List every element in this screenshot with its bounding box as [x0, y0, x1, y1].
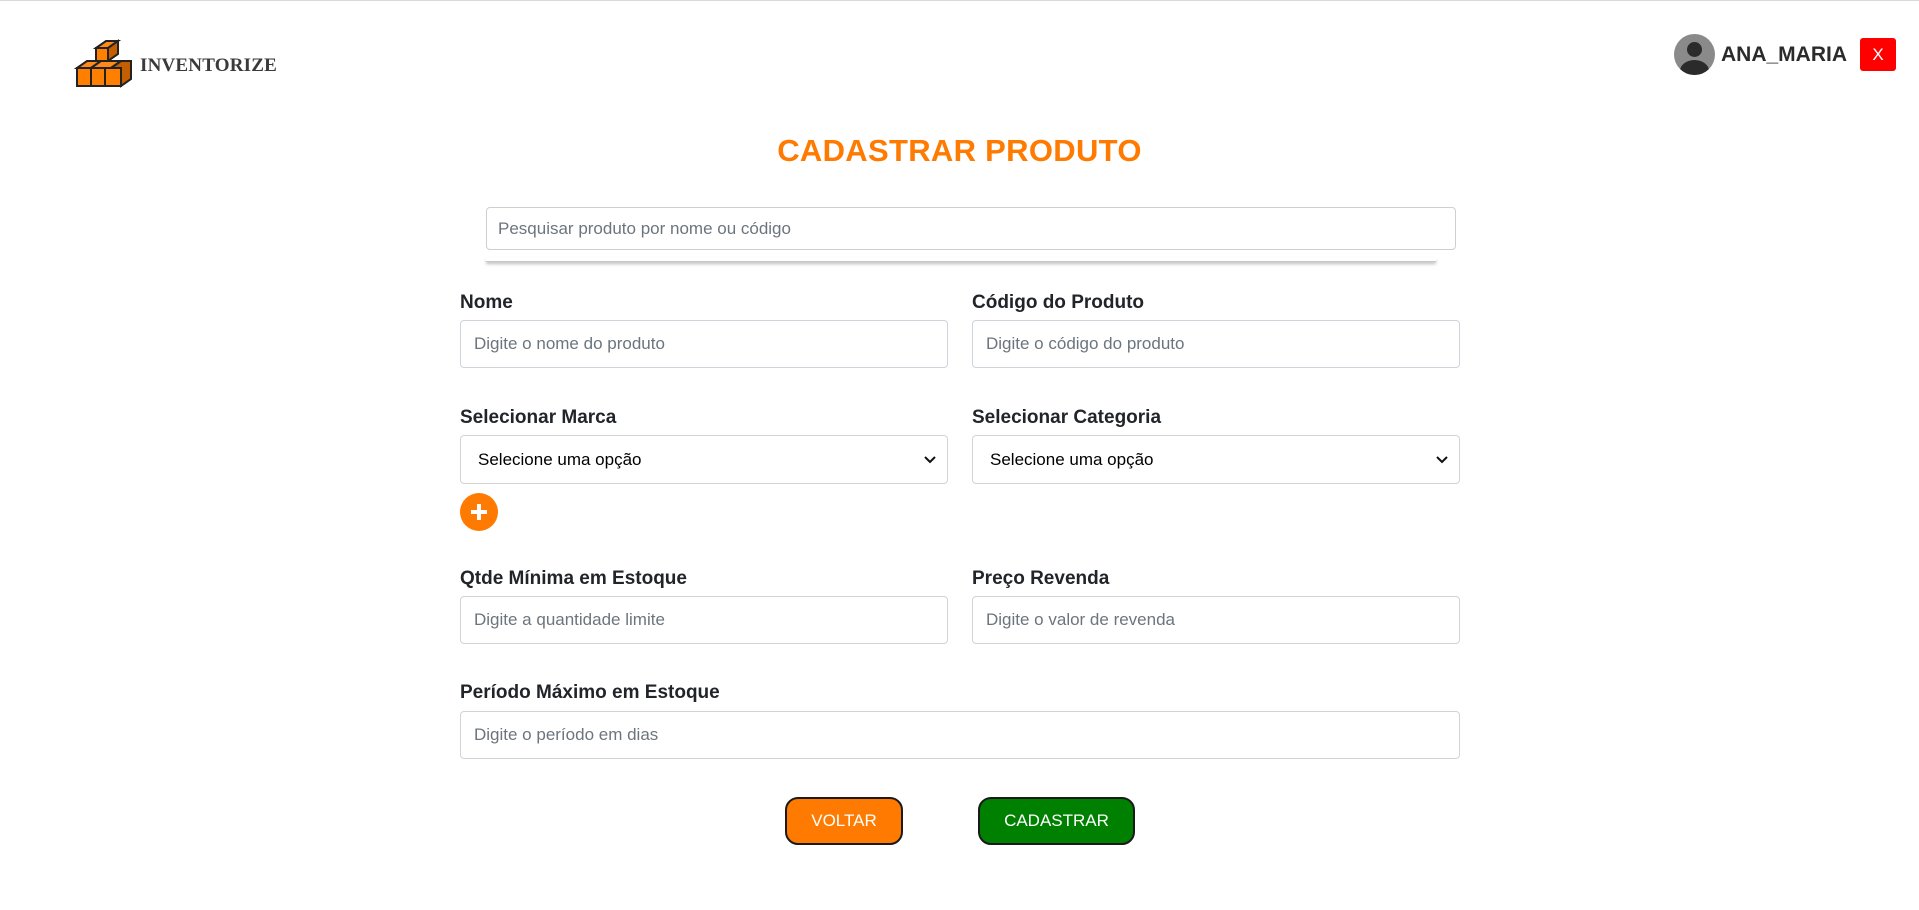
plus-icon [471, 504, 487, 520]
submit-button[interactable]: CADASTRAR [978, 797, 1135, 845]
brand-select[interactable]: Selecione uma opção [460, 435, 948, 484]
category-label: Selecionar Categoria [972, 407, 1162, 428]
code-input[interactable] [972, 320, 1460, 368]
period-input[interactable] [460, 711, 1460, 759]
code-label: Código do Produto [972, 292, 1145, 313]
period-label: Período Máximo em Estoque [460, 682, 720, 703]
top-divider [0, 0, 1919, 1]
brand-label: Selecionar Marca [460, 407, 617, 428]
name-label: Nome [460, 292, 513, 313]
min-qty-input[interactable] [460, 596, 948, 644]
user-menu: ANA_MARIA X [1674, 34, 1896, 75]
chevron-down-icon [924, 456, 936, 464]
category-select-value: Selecione uma opção [990, 449, 1154, 469]
price-input[interactable] [972, 596, 1460, 644]
page-title: CADASTRAR PRODUTO [777, 133, 1142, 168]
back-button[interactable]: VOLTAR [785, 797, 903, 845]
price-label: Preço Revenda [972, 568, 1110, 589]
boxes-logo-icon [74, 38, 134, 90]
search-results-dropdown [486, 258, 1436, 262]
app-logo[interactable]: INVENTORIZE [74, 38, 277, 90]
brand-select-value: Selecione uma opção [478, 449, 642, 469]
add-brand-button[interactable] [460, 493, 498, 531]
user-name: ANA_MARIA [1721, 42, 1847, 66]
product-search [486, 207, 1456, 264]
category-select[interactable]: Selecione uma opção [972, 435, 1460, 484]
logout-button[interactable]: X [1860, 38, 1896, 71]
user-avatar-icon[interactable] [1674, 34, 1715, 75]
chevron-down-icon [1436, 456, 1448, 464]
search-input[interactable] [486, 207, 1456, 250]
logo-text: INVENTORIZE [140, 55, 277, 76]
name-input[interactable] [460, 320, 948, 368]
min-qty-label: Qtde Mínima em Estoque [460, 568, 687, 589]
